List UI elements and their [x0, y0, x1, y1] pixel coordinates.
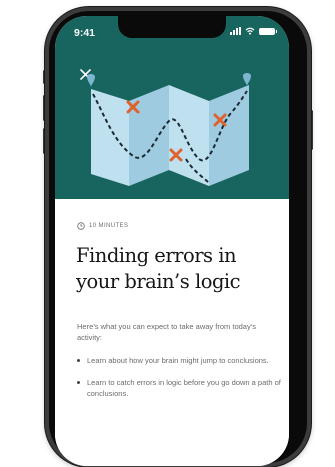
notch	[118, 16, 226, 38]
status-time: 9:41	[74, 27, 96, 39]
lesson-content: 10 MINUTES Finding errors in your brain’…	[55, 199, 289, 466]
signal-icon	[230, 27, 241, 35]
duration-label: 10 MINUTES	[89, 223, 129, 229]
lesson-intro: Here’s what you can expect to take away …	[77, 322, 256, 342]
takeaway-list: Learn about how your brain might jump to…	[77, 355, 282, 410]
battery-icon	[259, 27, 277, 35]
clock-icon	[77, 222, 85, 230]
map-illustration	[87, 73, 251, 186]
status-icons	[230, 27, 277, 35]
list-item: Learn to catch errors in logic before yo…	[77, 377, 282, 399]
app-screen: 9:41 10 MINUTES Finding errors in your b…	[55, 16, 289, 466]
wifi-icon	[245, 27, 255, 35]
duration-badge: 10 MINUTES	[77, 222, 128, 230]
phone-frame: 9:41 10 MINUTES Finding errors in your b…	[45, 7, 311, 467]
list-item: Learn about how your brain might jump to…	[77, 355, 282, 366]
lesson-header: 9:41	[55, 16, 289, 199]
lesson-title: Finding errors in your brain’s logic	[76, 244, 241, 293]
